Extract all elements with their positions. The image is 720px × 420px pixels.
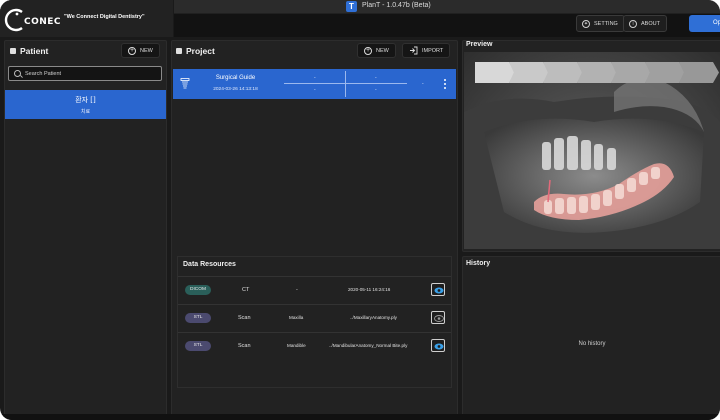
- tagline: "We Connect Digital Dentistry": [64, 14, 145, 20]
- square-icon: [10, 48, 16, 54]
- patient-title: Patient: [10, 46, 48, 56]
- type-badge: STL: [185, 341, 211, 351]
- search-patient-input[interactable]: [25, 69, 155, 79]
- step-thumbnail[interactable]: [509, 62, 549, 83]
- bottom-strip: [0, 414, 720, 420]
- preview-title: Preview: [466, 41, 492, 48]
- data-resources-title: Data Resources: [183, 261, 236, 268]
- data-resources-panel: Data Resources DICOM CT - 2020-05-11 16:…: [177, 256, 452, 388]
- no-history-text: No history: [578, 341, 606, 347]
- type-badge: STL: [185, 313, 211, 323]
- eye-off-icon: [434, 315, 444, 322]
- new-project-label: NEW: [376, 47, 389, 54]
- window-title: PlanT - 1.0.47b (Beta): [362, 2, 431, 9]
- patient-sub: 치료: [80, 109, 91, 115]
- history-title: History: [466, 260, 491, 267]
- patient-list-item[interactable]: 환자 [] 치료: [5, 90, 166, 119]
- logo-text: CONEC: [24, 17, 62, 27]
- setting-label: SETTING: [594, 20, 618, 27]
- about-label: ABOUT: [641, 20, 660, 27]
- step-thumbnail[interactable]: [645, 62, 685, 83]
- step-thumbnail[interactable]: [475, 62, 515, 83]
- table-row[interactable]: STL Scan Mandible ../MandibularAnatomy_N…: [178, 332, 451, 360]
- file-cell: ../MaxillaryAnatomy.ply: [350, 315, 397, 320]
- setting-button[interactable]: ✦ SETTING: [576, 15, 625, 32]
- logo-block: CONEC "We Connect Digital Dentistry": [0, 0, 174, 37]
- eye-icon: [434, 287, 444, 294]
- open-button[interactable]: Op: [689, 15, 720, 32]
- implant-icon: [180, 78, 190, 89]
- project-list-item[interactable]: Surgical Guide 2024-03-26 14:13:18 - - -…: [173, 69, 456, 99]
- project-cell: -: [375, 75, 377, 81]
- import-icon: [410, 46, 418, 55]
- file-cell: 2020-05-11 16:24:16: [348, 287, 391, 292]
- kind-cell: Scan: [238, 315, 251, 321]
- import-button[interactable]: IMPORT: [402, 43, 451, 58]
- step-thumbnail[interactable]: [611, 62, 651, 83]
- step-thumbnails: [475, 62, 720, 84]
- info-icon: i: [629, 19, 637, 28]
- project-cell: -: [314, 87, 316, 93]
- eye-icon: [434, 343, 444, 350]
- new-project-button[interactable]: + NEW: [357, 43, 396, 58]
- plus-icon: +: [128, 46, 136, 55]
- patient-name: 환자 []: [75, 96, 96, 104]
- search-patient-box: [8, 66, 162, 81]
- preview-title-text: Preview: [466, 41, 493, 48]
- table-row[interactable]: STL Scan Maxilla ../MaxillaryAnatomy.ply: [178, 304, 451, 332]
- patient-title-text: Patient: [20, 46, 49, 56]
- square-icon: [176, 48, 182, 54]
- project-cell: -: [314, 75, 316, 81]
- table-row[interactable]: DICOM CT - 2020-05-11 16:24:16: [178, 276, 451, 304]
- project-cell: -: [422, 81, 424, 87]
- kind-cell: CT: [242, 287, 250, 293]
- open-label: Op: [713, 20, 720, 26]
- app-window: T PlanT - 1.0.47b (Beta) CONEC "We Conne…: [0, 0, 720, 420]
- new-patient-label: NEW: [140, 47, 153, 54]
- jaw-cell: Mandible: [287, 343, 306, 348]
- visibility-toggle[interactable]: [431, 283, 445, 296]
- plus-icon: +: [364, 46, 372, 55]
- more-options-icon[interactable]: [444, 79, 447, 89]
- step-thumbnail[interactable]: [577, 62, 617, 83]
- project-date: 2024-03-26 14:13:18: [213, 87, 258, 92]
- jaw-cell: Maxilla: [289, 315, 304, 320]
- about-button[interactable]: i ABOUT: [623, 15, 667, 32]
- project-cell: -: [375, 87, 377, 93]
- visibility-toggle[interactable]: [431, 311, 445, 324]
- kind-cell: Scan: [238, 343, 251, 349]
- search-icon: [14, 70, 21, 77]
- project-title: Project: [176, 46, 215, 56]
- project-title-text: Project: [186, 46, 215, 56]
- jaw-cell: -: [296, 287, 298, 293]
- history-panel: [462, 256, 720, 416]
- step-thumbnail[interactable]: [543, 62, 583, 83]
- step-thumbnail[interactable]: [679, 62, 719, 83]
- visibility-toggle[interactable]: [431, 339, 445, 352]
- import-label: IMPORT: [422, 47, 444, 54]
- gear-icon: ✦: [582, 19, 590, 28]
- divider: [345, 71, 346, 97]
- project-name: Surgical Guide: [215, 75, 256, 81]
- file-cell: ../MandibularAnatomy_Normal Bite.ply: [329, 343, 408, 348]
- app-icon: T: [346, 1, 357, 12]
- type-badge: DICOM: [185, 285, 211, 295]
- new-patient-button[interactable]: + NEW: [121, 43, 160, 58]
